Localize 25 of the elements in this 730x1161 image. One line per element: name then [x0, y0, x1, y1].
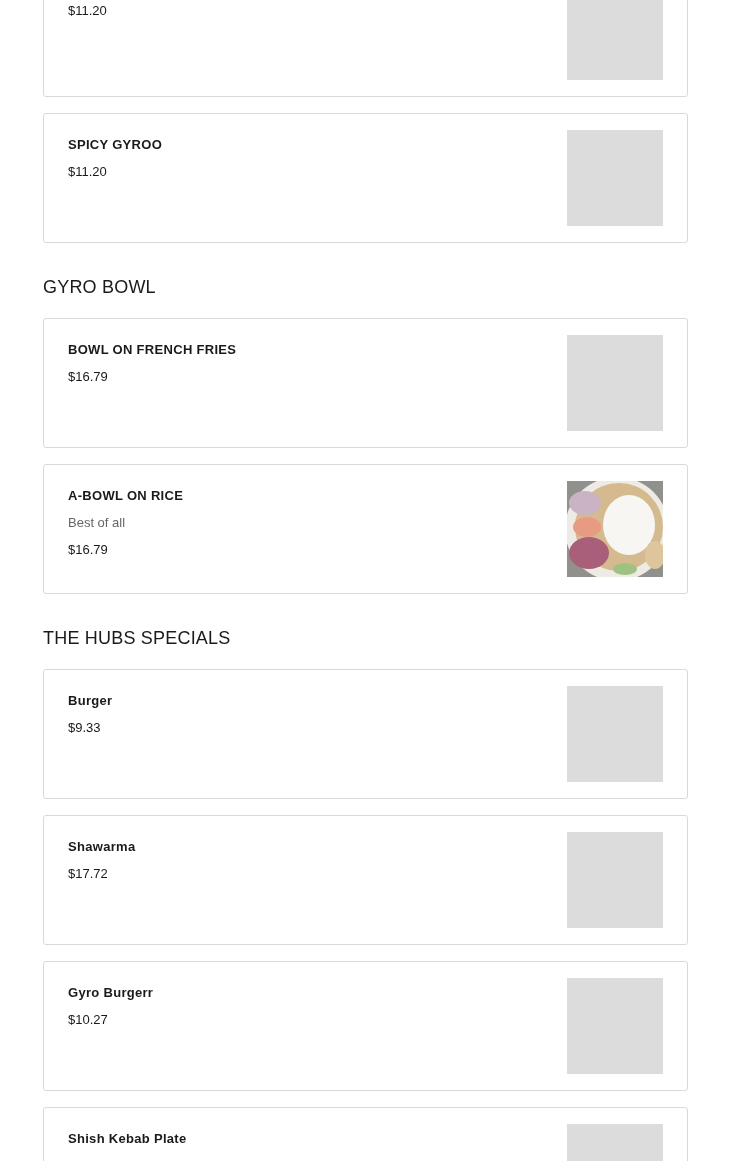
item-name: Shawarma	[68, 839, 136, 854]
item-price: $9.33	[68, 720, 102, 735]
menu-item-card[interactable]: SPICY GYROO $11.20	[43, 113, 688, 243]
menu-item-card[interactable]: Gyro Burgerr $10.27	[43, 961, 688, 1091]
item-name: Burger	[68, 693, 113, 708]
menu-item-card[interactable]: BOWL ON FRENCH FRIES $16.79	[43, 318, 688, 448]
menu-item-card[interactable]: Shawarma $17.72	[43, 815, 688, 945]
item-price: $16.79	[68, 369, 109, 384]
item-name: Gyro Burgerr	[68, 985, 154, 1000]
item-name: SPICY GYROO	[68, 137, 163, 152]
menu-item-card[interactable]: A-BOWL ON RICE Best of all $16.79	[43, 464, 688, 594]
item-name: BOWL ON FRENCH FRIES	[68, 342, 237, 357]
menu-item-card[interactable]: Burger $9.33	[43, 669, 688, 799]
section-heading: THE HUBS SPECIALS	[43, 628, 232, 649]
item-name: Shish Kebab Plate	[68, 1131, 187, 1146]
item-description: Best of all	[68, 515, 127, 530]
item-price: $11.20	[68, 164, 108, 179]
item-price: $17.72	[68, 866, 109, 881]
menu-item-card[interactable]: Shish Kebab Plate	[43, 1107, 688, 1161]
section-heading: GYRO BOWL	[43, 277, 157, 298]
menu-item-card[interactable]: $11.20	[43, 0, 688, 97]
item-name: A-BOWL ON RICE	[68, 488, 184, 503]
item-price: $10.27	[68, 1012, 109, 1027]
item-price: $16.79	[68, 542, 109, 557]
item-price: $11.20	[68, 3, 107, 18]
